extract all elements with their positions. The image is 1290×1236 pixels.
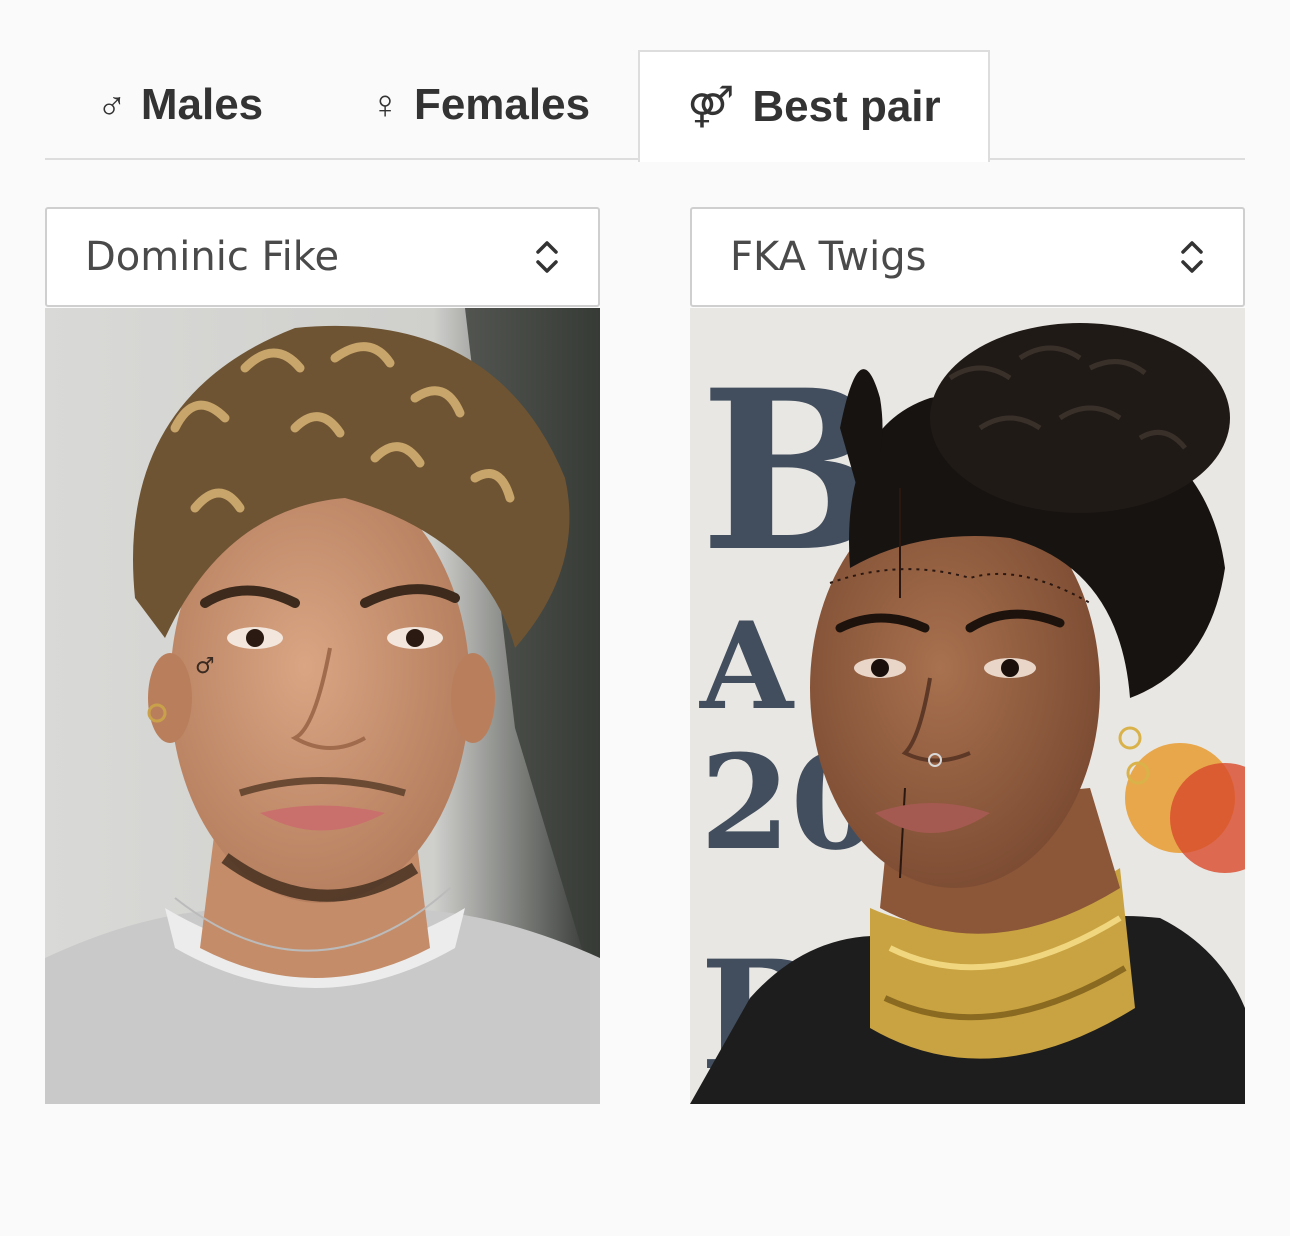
male-icon: ♂ (96, 82, 127, 127)
tab-best-pair[interactable]: ⚤ Best pair (638, 50, 990, 162)
tab-females-label: Females (413, 80, 591, 129)
tab-best-pair-label: Best pair (752, 82, 941, 131)
male-portrait-photo: ♂ (45, 308, 600, 1104)
gender-tabs: ♂ Males ♀ Females ⚤ Best pair (45, 50, 1245, 162)
svg-text:♂: ♂ (195, 654, 215, 679)
tab-females[interactable]: ♀ Females (350, 50, 610, 160)
female-select[interactable]: FKA Twigs (690, 207, 1245, 307)
svg-text:A: A (699, 596, 795, 737)
female-icon: ♀ (369, 82, 400, 127)
tab-males[interactable]: ♂ Males (80, 50, 280, 160)
chevron-updown-icon (1181, 241, 1203, 273)
male-female-icon: ⚤ (687, 85, 735, 129)
female-portrait-photo: B A 20 B (690, 308, 1245, 1104)
male-select-value: Dominic Fike (85, 234, 340, 280)
male-select[interactable]: Dominic Fike (45, 207, 600, 307)
female-select-value: FKA Twigs (730, 234, 927, 280)
chevron-updown-icon (536, 241, 558, 273)
tab-males-label: Males (140, 80, 264, 129)
